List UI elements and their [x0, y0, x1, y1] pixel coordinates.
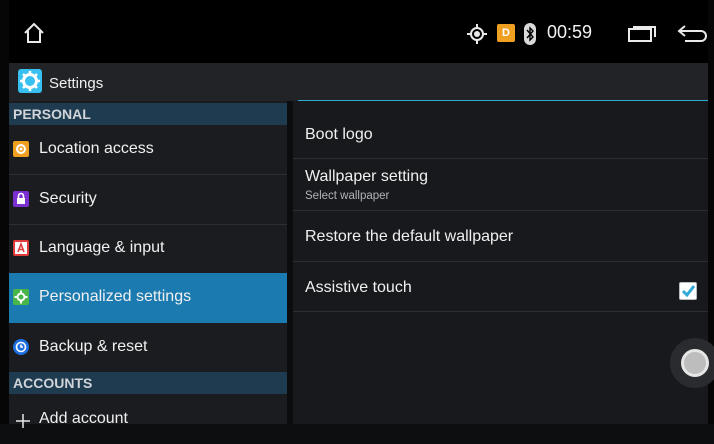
lock-icon [13, 191, 29, 207]
pref-title: Assistive touch [305, 279, 412, 296]
nav-item-label: Backup & reset [39, 338, 148, 355]
home-icon[interactable] [23, 22, 45, 44]
nav-item-label: Personalized settings [39, 288, 192, 305]
action-bar: Settings [9, 63, 708, 102]
nav-item-label: Add account [39, 410, 128, 427]
location-icon [13, 141, 29, 157]
nav-item-label: Security [39, 190, 97, 207]
settings-category-list: PERSONAL Location access Security Langua… [9, 101, 287, 428]
pref-wallpaper-setting[interactable]: Wallpaper setting Select wallpaper [293, 159, 708, 211]
assistive-touch-button[interactable] [670, 338, 714, 388]
app-notification-icon: D [497, 24, 515, 42]
assistive-touch-checkbox[interactable] [679, 282, 697, 300]
personalize-gear-icon [13, 289, 29, 305]
add-account-button[interactable]: Add account [9, 395, 287, 444]
assistive-touch-icon [681, 349, 709, 377]
recents-icon[interactable] [627, 26, 657, 42]
plus-icon [16, 414, 30, 428]
bluetooth-icon [524, 23, 536, 45]
nav-item-language-input[interactable]: Language & input [9, 224, 287, 274]
keyboard-a-icon [13, 240, 29, 256]
nav-item-security[interactable]: Security [9, 175, 287, 225]
section-header-accounts: ACCOUNTS [9, 372, 287, 394]
pref-boot-logo[interactable]: Boot logo [293, 107, 708, 159]
pref-restore-default-wallpaper[interactable]: Restore the default wallpaper [293, 211, 708, 262]
nav-item-personalized-settings[interactable]: Personalized settings [9, 273, 287, 323]
pref-title: Wallpaper setting [305, 168, 429, 185]
screen-bezel-left [0, 0, 9, 424]
nav-item-backup-reset[interactable]: Backup & reset [9, 323, 287, 372]
settings-gear-icon[interactable] [18, 69, 42, 93]
personalized-settings-panel: Boot logo Wallpaper setting Select wallp… [293, 101, 708, 424]
pref-summary: Select wallpaper [305, 190, 390, 202]
nav-item-label: Language & input [39, 239, 165, 256]
pref-assistive-touch[interactable]: Assistive touch [293, 262, 708, 312]
page-title: Settings [49, 75, 104, 92]
pref-title: Boot logo [305, 126, 373, 143]
status-bar: D 00:59 [9, 0, 708, 63]
nav-item-label: Location access [39, 140, 154, 157]
checkmark-icon [681, 285, 696, 298]
backup-icon [13, 339, 29, 355]
pref-title: Restore the default wallpaper [305, 228, 514, 245]
status-time: 00:59 [547, 22, 593, 42]
back-icon[interactable] [677, 24, 709, 44]
section-header-personal: PERSONAL [9, 103, 287, 125]
location-icon [467, 24, 487, 44]
nav-item-location-access[interactable]: Location access [9, 125, 287, 175]
